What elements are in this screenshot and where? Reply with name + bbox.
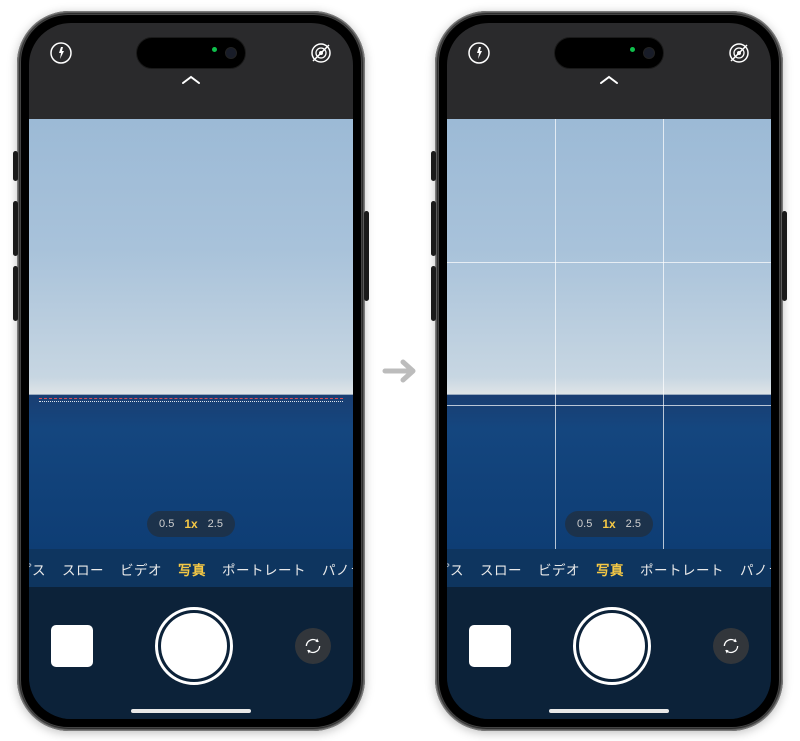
live-photo-button[interactable] xyxy=(307,39,335,67)
zoom-option-0[interactable]: 0.5 xyxy=(577,518,592,530)
camera-indicator-icon xyxy=(212,47,217,52)
flash-off-icon xyxy=(467,41,491,65)
live-photo-button[interactable] xyxy=(725,39,753,67)
expand-controls-button[interactable] xyxy=(180,73,202,87)
controls-row xyxy=(447,587,771,719)
viewfinder[interactable]: 0.5 1x 2.5 xyxy=(447,119,771,549)
camera-bottom-area: ラプス スロー ビデオ 写真 ポートレート パノラマ xyxy=(29,549,353,719)
front-camera-icon xyxy=(225,47,237,59)
grid-vertical-2 xyxy=(663,119,664,549)
expand-controls-button[interactable] xyxy=(598,73,620,87)
zoom-option-2[interactable]: 2.5 xyxy=(208,518,223,530)
live-off-icon xyxy=(309,41,333,65)
mode-portrait[interactable]: ポートレート xyxy=(222,559,306,579)
grid-horizontal-1 xyxy=(447,262,771,263)
screen: 0.5 1x 2.5 ラプス スロー ビデオ 写真 ポートレート パノラマ xyxy=(447,23,771,719)
dynamic-island xyxy=(136,37,246,69)
mode-pano[interactable]: パノラマ xyxy=(322,559,353,579)
mode-strip[interactable]: ラプス スロー ビデオ 写真 ポートレート パノラマ xyxy=(29,549,353,587)
arrow-right-icon xyxy=(379,350,421,392)
camera-flip-icon xyxy=(303,636,323,656)
grid-horizontal-2 xyxy=(447,405,771,406)
dynamic-island xyxy=(554,37,664,69)
flash-off-icon xyxy=(49,41,73,65)
side-button-vol-up xyxy=(431,201,436,256)
front-camera-icon xyxy=(643,47,655,59)
home-indicator[interactable] xyxy=(131,709,251,713)
shutter-button[interactable] xyxy=(161,613,227,679)
zoom-selector[interactable]: 0.5 1x 2.5 xyxy=(565,511,653,537)
side-button-silent xyxy=(431,151,436,181)
mode-photo[interactable]: 写真 xyxy=(596,559,624,579)
zoom-selector[interactable]: 0.5 1x 2.5 xyxy=(147,511,235,537)
mode-photo[interactable]: 写真 xyxy=(178,559,206,579)
home-indicator[interactable] xyxy=(549,709,669,713)
camera-bottom-area: ラプス スロー ビデオ 写真 ポートレート パノラマ xyxy=(447,549,771,719)
zoom-option-0[interactable]: 0.5 xyxy=(159,518,174,530)
viewfinder[interactable]: 0.5 1x 2.5 xyxy=(29,119,353,549)
camera-flip-button[interactable] xyxy=(295,628,331,664)
zoom-option-2[interactable]: 2.5 xyxy=(626,518,641,530)
mode-slomo[interactable]: スロー xyxy=(480,559,522,579)
side-button-power xyxy=(364,211,369,301)
camera-flip-icon xyxy=(721,636,741,656)
chevron-up-icon xyxy=(180,73,202,87)
phone-left: 0.5 1x 2.5 ラプス スロー ビデオ 写真 ポートレート パノラマ xyxy=(17,11,365,731)
chevron-up-icon xyxy=(598,73,620,87)
grid-vertical-1 xyxy=(555,119,556,549)
mode-video[interactable]: ビデオ xyxy=(538,559,580,579)
mode-timelapse[interactable]: ラプス xyxy=(447,559,464,579)
mode-slomo[interactable]: スロー xyxy=(62,559,104,579)
zoom-option-1[interactable]: 1x xyxy=(602,517,615,531)
live-off-icon xyxy=(727,41,751,65)
last-photo-thumbnail[interactable] xyxy=(469,625,511,667)
side-button-vol-down xyxy=(13,266,18,321)
side-button-power xyxy=(782,211,787,301)
flash-button[interactable] xyxy=(47,39,75,67)
mode-pano[interactable]: パノラマ xyxy=(740,559,771,579)
side-button-silent xyxy=(13,151,18,181)
flash-button[interactable] xyxy=(465,39,493,67)
shutter-button[interactable] xyxy=(579,613,645,679)
zoom-option-1[interactable]: 1x xyxy=(184,517,197,531)
screen: 0.5 1x 2.5 ラプス スロー ビデオ 写真 ポートレート パノラマ xyxy=(29,23,353,719)
mode-video[interactable]: ビデオ xyxy=(120,559,162,579)
last-photo-thumbnail[interactable] xyxy=(51,625,93,667)
mode-timelapse[interactable]: ラプス xyxy=(29,559,46,579)
mode-portrait[interactable]: ポートレート xyxy=(640,559,724,579)
camera-flip-button[interactable] xyxy=(713,628,749,664)
level-indicator xyxy=(39,398,343,399)
controls-row xyxy=(29,587,353,719)
side-button-vol-down xyxy=(431,266,436,321)
camera-indicator-icon xyxy=(630,47,635,52)
mode-strip[interactable]: ラプス スロー ビデオ 写真 ポートレート パノラマ xyxy=(447,549,771,587)
phone-right: 0.5 1x 2.5 ラプス スロー ビデオ 写真 ポートレート パノラマ xyxy=(435,11,783,731)
side-button-vol-up xyxy=(13,201,18,256)
